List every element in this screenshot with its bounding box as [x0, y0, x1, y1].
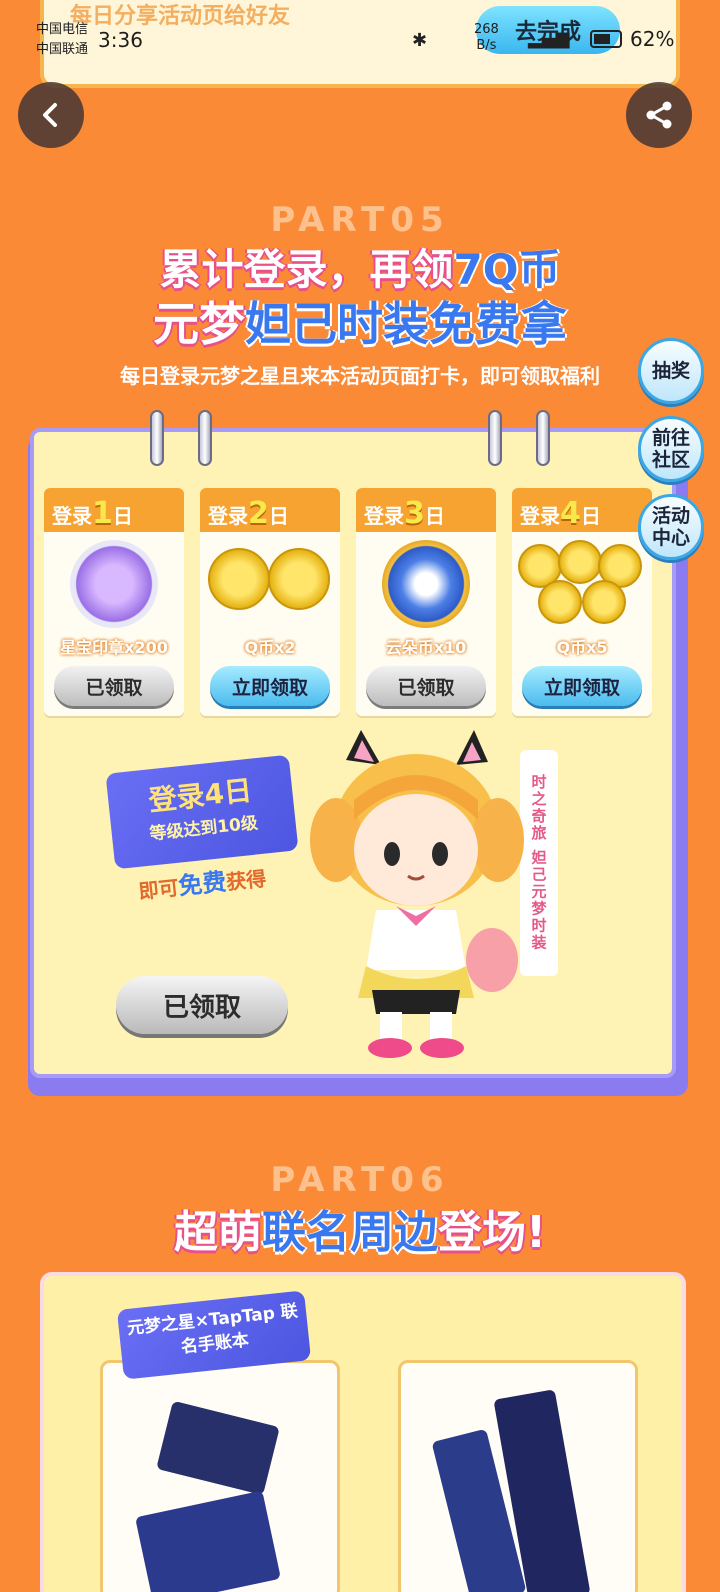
clock: 3:36 [98, 28, 143, 52]
binder-ring [488, 410, 502, 466]
part05-title-line2: 元梦妲己时装免费拿 [0, 288, 720, 354]
day-header: 登录1日 [44, 488, 184, 532]
part06-title: 超萌联名周边登场! [0, 1196, 720, 1260]
binder-ring [150, 410, 164, 466]
star-stamp-icon [70, 540, 158, 628]
notebook-image [135, 1490, 281, 1592]
qcoin-icon [268, 548, 330, 610]
title-text: 超萌 [173, 1207, 262, 1258]
day-card-1: 登录1日 星宝印章x200 已领取 [44, 488, 184, 716]
reward-label: Q币x5 [556, 638, 608, 657]
back-button[interactable] [18, 82, 84, 148]
bluetooth-icon: ✱ [412, 30, 428, 51]
notebook-box-image [156, 1400, 280, 1496]
costume-claimed-button[interactable]: 已领取 [116, 976, 288, 1034]
claimed-button[interactable]: 已领取 [366, 666, 486, 706]
day-card-3: 登录3日 云朵币x10 已领取 [356, 488, 496, 716]
part06-label: PART06 [270, 1160, 450, 1200]
chevron-left-icon [43, 103, 57, 127]
community-button[interactable]: 前往社区 [638, 416, 704, 482]
community-label: 前往社区 [651, 427, 690, 471]
share-button[interactable] [626, 82, 692, 148]
qcoin-icon [582, 580, 626, 624]
login-4-days-card: 登录4日 等级达到10级 [105, 754, 299, 870]
signal-icon: ▂▄▆ [528, 28, 570, 49]
title-text: 元梦 [153, 297, 245, 351]
part05-subtitle: 每日登录元梦之星且来本活动页面打卡，即可领取福利 [120, 364, 600, 388]
reward-label: Q币x2 [244, 638, 296, 657]
reward-label: 星宝印章x200 [60, 638, 168, 657]
lottery-button[interactable]: 抽奖 [638, 338, 704, 404]
title-text: 累计登录，再领 [159, 245, 454, 294]
qcoin-icon [208, 548, 270, 610]
network-speed: 268 B/s [474, 22, 499, 54]
battery-level [594, 34, 610, 44]
day-card-2: 登录2日 Q币x2 立即领取 [200, 488, 340, 716]
network-speed-value: 268 [474, 22, 499, 37]
merch-card-bookmark[interactable] [398, 1360, 638, 1592]
qcoin-icon [558, 540, 602, 584]
share-icon [646, 101, 672, 129]
qcoin-icon [538, 580, 582, 624]
binder-ring [198, 410, 212, 466]
day-card-4: 登录4日 Q币x5 立即领取 [512, 488, 652, 716]
carrier-2: 中国联通 [36, 42, 89, 57]
day-header: 登录3日 [356, 488, 496, 532]
battery-percent: 62% [630, 27, 675, 51]
claimed-button[interactable]: 已领取 [54, 666, 174, 706]
daily-share-text: 每日分享活动页给好友 [70, 4, 291, 29]
claim-now-button[interactable]: 立即领取 [522, 666, 642, 706]
title-highlight: 妲己时装免费拿 [245, 297, 567, 351]
activity-center-button[interactable]: 活动中心 [638, 494, 704, 560]
cloud-coin-icon [382, 540, 470, 628]
day-header: 登录2日 [200, 488, 340, 532]
reward-label: 云朵币x10 [385, 638, 467, 657]
day-header: 登录4日 [512, 488, 652, 532]
binder-ring [536, 410, 550, 466]
network-speed-unit: B/s [476, 38, 497, 53]
carrier-1: 中国电信 [36, 22, 89, 37]
claim-now-button[interactable]: 立即领取 [210, 666, 330, 706]
merch-card-notebook[interactable] [100, 1360, 340, 1592]
activity-center-label: 活动中心 [651, 505, 690, 549]
title-text: 登场! [437, 1207, 547, 1258]
daji-character-illustration [310, 730, 524, 1058]
title-highlight: 7Q币 [453, 245, 561, 294]
part05-label: PART05 [270, 200, 450, 240]
title-highlight: 联名周边 [261, 1207, 438, 1258]
